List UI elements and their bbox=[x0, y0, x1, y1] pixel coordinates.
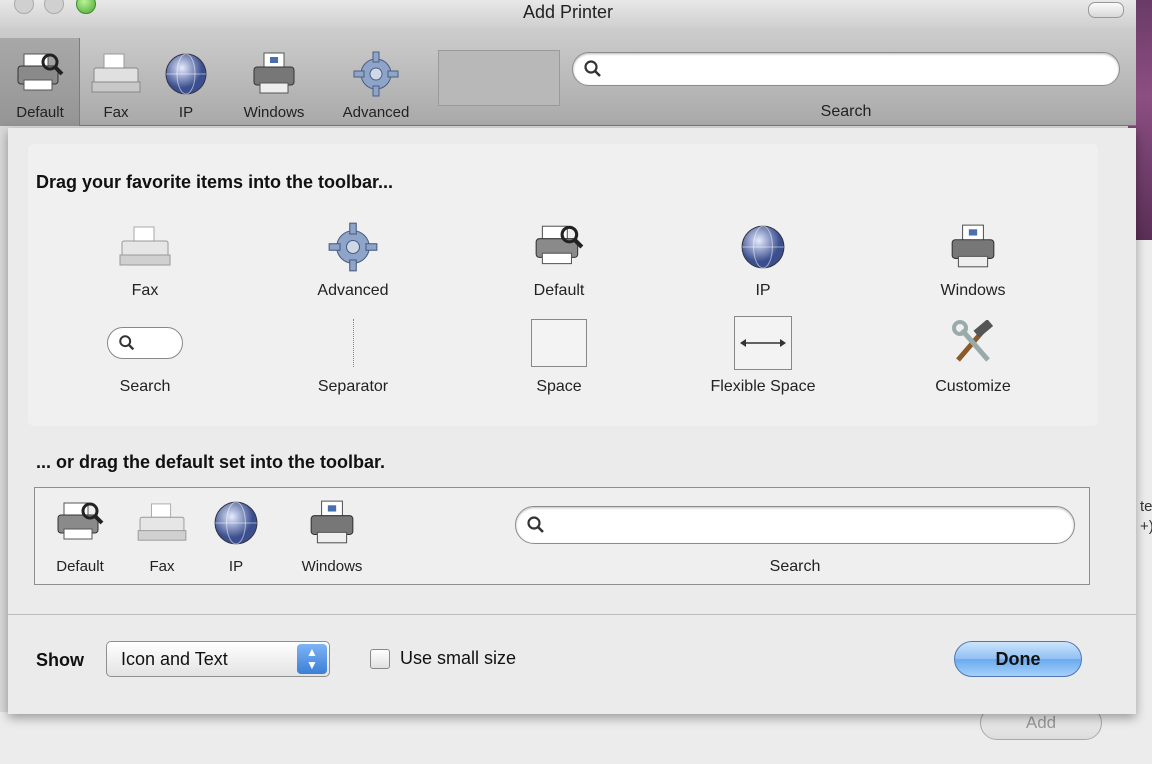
customize-tools-icon bbox=[898, 314, 1048, 372]
background-window-bottom bbox=[0, 712, 1128, 764]
ip-globe-icon bbox=[201, 494, 271, 552]
fax-icon bbox=[70, 218, 220, 276]
show-mode-value: Icon and Text bbox=[121, 649, 228, 669]
palette-item-label: Space bbox=[536, 378, 582, 395]
toolbar-search-field[interactable] bbox=[572, 52, 1120, 86]
default-set-item-fax: Fax bbox=[127, 494, 197, 575]
palette-item-ip[interactable]: IP bbox=[688, 218, 838, 300]
fax-icon bbox=[78, 46, 154, 102]
palette-item-label: Windows bbox=[940, 282, 1006, 299]
default-printer-icon bbox=[45, 494, 115, 552]
toolbar-item-label: Fax bbox=[103, 104, 129, 121]
palette-item-customize[interactable]: Customize bbox=[898, 314, 1048, 396]
toolbar-item-fax[interactable]: Fax bbox=[78, 46, 154, 121]
toolbar-item-advanced[interactable]: Advanced bbox=[338, 46, 414, 121]
palette-item-fax[interactable]: Fax bbox=[70, 218, 220, 300]
windows-printer-icon bbox=[236, 46, 312, 102]
default-toolbar-set[interactable]: Default Fax IP Windows Search bbox=[34, 487, 1090, 585]
palette-item-separator[interactable]: Separator bbox=[278, 314, 428, 396]
default-set-item-label: Fax bbox=[149, 558, 175, 575]
default-set-search-label: Search bbox=[769, 558, 821, 575]
default-set-search-field bbox=[515, 506, 1075, 544]
palette-item-flexible-space[interactable]: Flexible Space bbox=[688, 314, 838, 396]
palette-item-label: Customize bbox=[935, 378, 1011, 395]
toolbar-item-ip[interactable]: IP bbox=[148, 46, 224, 121]
show-mode-select[interactable]: Icon and Text ▲ ▼ bbox=[106, 641, 330, 677]
palette-item-label: Advanced bbox=[317, 282, 389, 299]
toolbar-space-placeholder bbox=[438, 50, 560, 106]
done-button[interactable]: Done bbox=[954, 641, 1082, 677]
separator-icon bbox=[278, 314, 428, 372]
title-bar: Add Printer bbox=[0, 0, 1136, 28]
default-set-item-ip: IP bbox=[201, 494, 271, 575]
customize-toolbar-sheet: Drag your favorite items into the toolba… bbox=[8, 128, 1136, 714]
space-icon bbox=[484, 314, 634, 372]
palette-item-search[interactable]: Search bbox=[70, 314, 220, 396]
default-set-heading: ... or drag the default set into the too… bbox=[36, 452, 386, 472]
palette-item-space[interactable]: Space bbox=[484, 314, 634, 396]
default-set-item-default: Default bbox=[45, 494, 115, 575]
palette-heading: Drag your favorite items into the toolba… bbox=[36, 172, 394, 192]
toolbar-item-default[interactable]: Default bbox=[2, 46, 78, 121]
show-label: Show bbox=[36, 650, 84, 670]
palette-item-label: IP bbox=[755, 282, 771, 299]
advanced-gear-icon bbox=[278, 218, 428, 276]
palette-item-default[interactable]: Default bbox=[484, 218, 634, 300]
default-printer-icon bbox=[484, 218, 634, 276]
ip-globe-icon bbox=[688, 218, 838, 276]
search-icon bbox=[526, 515, 546, 540]
divider bbox=[8, 614, 1136, 615]
flexible-space-icon bbox=[688, 314, 838, 372]
toolbar-toggle-button[interactable] bbox=[1088, 2, 1124, 18]
palette-item-label: Default bbox=[533, 282, 585, 299]
palette-item-label: Search bbox=[119, 378, 171, 395]
palette-item-label: Separator bbox=[317, 378, 389, 395]
palette-item-advanced[interactable]: Advanced bbox=[278, 218, 428, 300]
default-printer-icon bbox=[2, 46, 78, 102]
toolbar-search-label: Search bbox=[820, 103, 872, 120]
palette-item-label: Fax bbox=[131, 282, 159, 299]
window-title: Add Printer bbox=[522, 2, 614, 22]
toolbar: Default Fax IP Windows Advanced Search bbox=[0, 28, 1136, 126]
advanced-gear-icon bbox=[338, 46, 414, 102]
default-set-item-label: IP bbox=[228, 558, 244, 575]
select-stepper-icon: ▲ ▼ bbox=[297, 644, 327, 674]
toolbar-item-windows[interactable]: Windows bbox=[236, 46, 312, 121]
fax-icon bbox=[127, 494, 197, 552]
default-set-item-label: Default bbox=[56, 558, 104, 575]
search-icon bbox=[583, 59, 603, 84]
use-small-size-label[interactable]: Use small size bbox=[400, 648, 516, 669]
search-field-icon bbox=[70, 314, 220, 372]
palette-item-windows[interactable]: Windows bbox=[898, 218, 1048, 300]
default-set-item-windows: Windows bbox=[287, 494, 377, 575]
toolbar-item-label: IP bbox=[178, 104, 194, 121]
toolbar-item-label: Windows bbox=[243, 104, 305, 121]
use-small-size-checkbox[interactable] bbox=[370, 649, 390, 669]
windows-printer-icon bbox=[287, 494, 377, 552]
toolbar-item-label: Default bbox=[16, 104, 64, 121]
windows-printer-icon bbox=[898, 218, 1048, 276]
default-set-item-label: Windows bbox=[301, 558, 363, 575]
toolbar-item-label: Advanced bbox=[342, 104, 410, 121]
palette-item-label: Flexible Space bbox=[710, 378, 816, 395]
background-window-text: te +) bbox=[1140, 498, 1152, 535]
ip-globe-icon bbox=[148, 46, 224, 102]
